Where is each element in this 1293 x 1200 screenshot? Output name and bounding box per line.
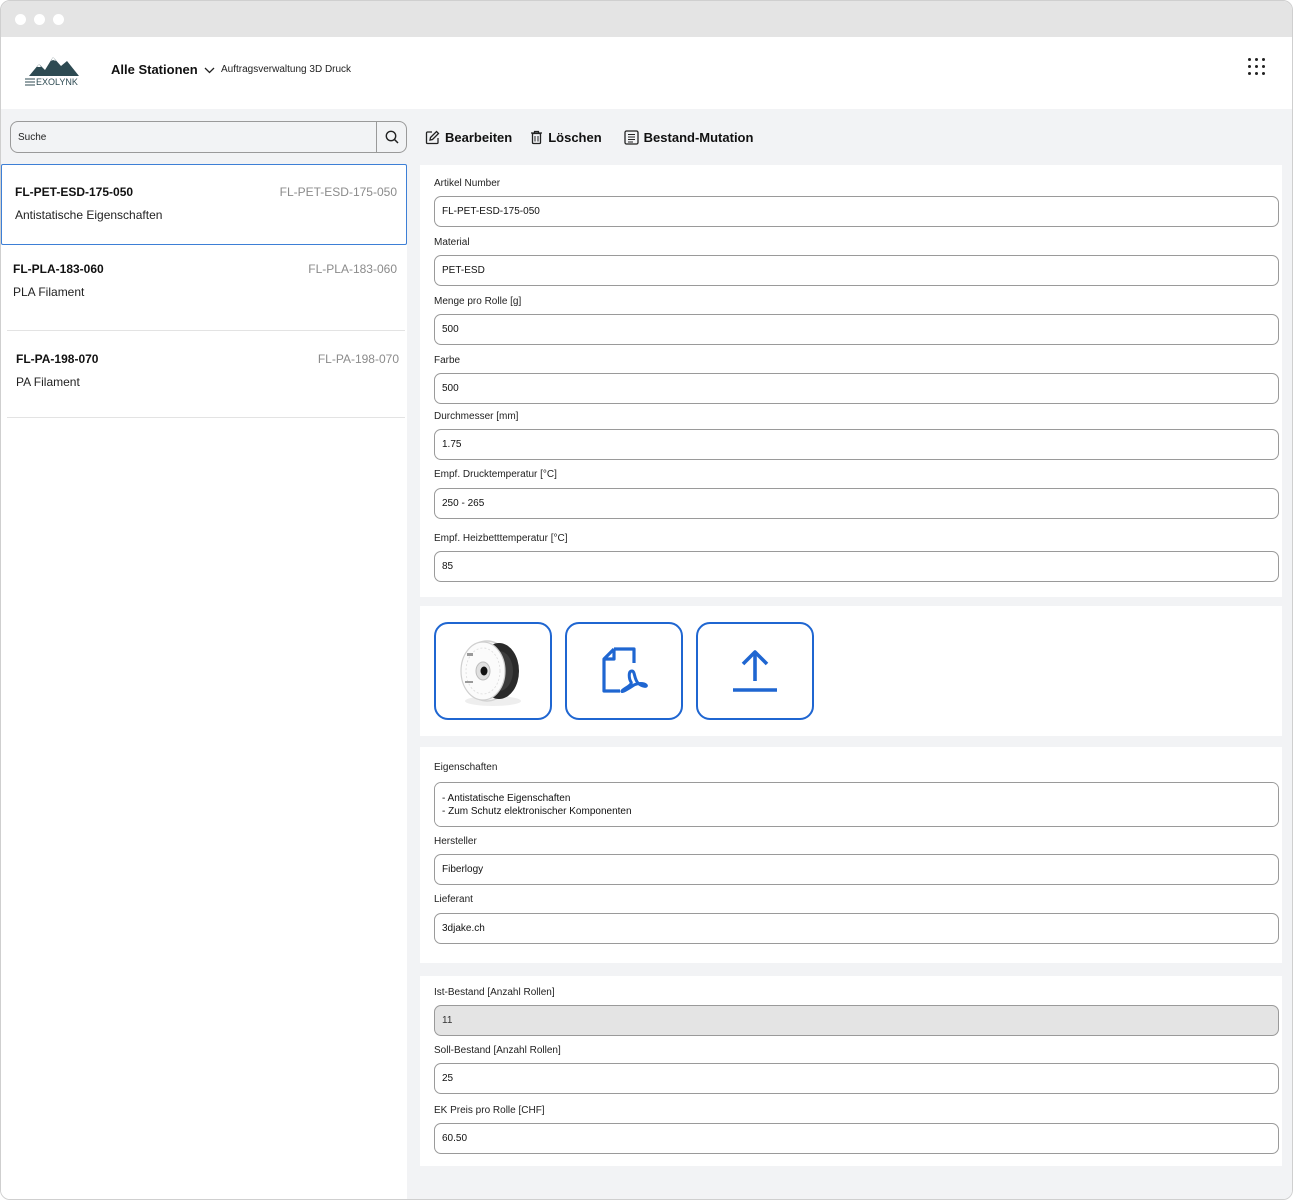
list-item-code: FL-PET-ESD-175-050 [15,185,134,199]
brand-name: EXOLYNK [36,77,78,87]
list-item-code-secondary: FL-PET-ESD-175-050 [279,185,397,199]
list-divider [7,417,405,418]
ek-preis-label: EK Preis pro Rolle [CHF] [434,1105,545,1116]
menge-field[interactable] [434,314,1279,345]
edit-icon [425,130,440,144]
window-maximize-dot[interactable] [53,14,64,25]
list-item-code: FL-PA-198-070 [16,352,99,366]
pdf-document-tile[interactable] [565,622,683,720]
heizbetttemperatur-label: Empf. Heizbetttemperatur [°C] [434,533,568,544]
material-label: Material [434,237,470,248]
upload-icon [733,650,777,692]
list-item-code: FL-PLA-183-060 [13,262,104,276]
artikel-number-label: Artikel Number [434,178,501,189]
eigenschaften-textarea[interactable]: - Antistatische Eigenschaften - Zum Schu… [434,782,1279,827]
edit-button-label: Bearbeiten [445,129,513,145]
list-item-code-secondary: FL-PLA-183-060 [308,262,397,276]
product-image-tile[interactable] [434,622,552,720]
list-item[interactable]: FL-PET-ESD-175-050 FL-PET-ESD-175-050 An… [1,164,407,245]
durchmesser-field[interactable] [434,429,1279,460]
soll-bestand-field[interactable] [434,1063,1279,1094]
brand-logo: EXOLYNK [25,52,83,88]
stock-mutation-button-label: Bestand-Mutation [643,129,754,145]
ist-bestand-label: Ist-Bestand [Anzahl Rollen] [434,987,555,998]
article-details-panel: Artikel Number Material Menge pro Rolle … [420,165,1282,597]
lieferant-label: Lieferant [434,894,473,905]
chevron-down-icon [204,67,215,73]
list-item-code-secondary: FL-PA-198-070 [317,352,399,366]
app-header: EXOLYNK Alle Stationen Auftragsverwaltun… [1,37,1292,109]
station-selector[interactable]: Alle Stationen [111,62,215,77]
edit-button[interactable]: Bearbeiten [425,130,512,145]
search-icon [385,130,399,144]
search-input[interactable] [10,121,378,153]
hersteller-label: Hersteller [434,836,477,847]
list-item-description: PA Filament [16,375,80,389]
window-close-dot[interactable] [15,14,26,25]
media-panel [420,606,1282,736]
window-minimize-dot[interactable] [34,14,45,25]
artikel-number-field[interactable] [434,196,1279,227]
pdf-document-icon [602,647,648,693]
detail-toolbar: Bearbeiten Löschen Bestand-Mutation [407,109,1292,165]
search-bar [1,109,407,165]
delete-button-label: Löschen [548,129,602,145]
article-list-pane: FL-PET-ESD-175-050 FL-PET-ESD-175-050 An… [1,109,407,1199]
app-launcher-grid-icon[interactable] [1248,58,1266,76]
ist-bestand-field [434,1005,1279,1036]
search-button[interactable] [376,121,407,153]
list-document-icon [624,129,639,145]
detail-pane: Bearbeiten Löschen Bestand-Mutation Arti… [407,109,1292,1199]
stock-mutation-button[interactable]: Bestand-Mutation [624,129,754,145]
stock-panel: Ist-Bestand [Anzahl Rollen] Soll-Bestand… [420,976,1282,1166]
menge-label: Menge pro Rolle [g] [434,296,522,307]
heizbetttemperatur-field[interactable] [434,551,1279,582]
soll-bestand-label: Soll-Bestand [Anzahl Rollen] [434,1045,561,1056]
farbe-field[interactable] [434,373,1279,404]
eigenschaften-label: Eigenschaften [434,762,498,773]
drucktemperatur-field[interactable] [434,488,1279,519]
delete-button[interactable]: Löschen [530,129,602,145]
durchmesser-label: Durchmesser [mm] [434,411,519,422]
lieferant-field[interactable] [434,913,1279,944]
drucktemperatur-label: Empf. Drucktemperatur [°C] [434,469,557,480]
upload-tile[interactable] [696,622,814,720]
ek-preis-field[interactable] [434,1123,1279,1154]
list-item[interactable]: FL-PA-198-070 FL-PA-198-070 PA Filament [1,331,407,417]
list-item-description: PLA Filament [13,285,85,299]
station-selector-label: Alle Stationen [111,62,198,77]
hersteller-field[interactable] [434,854,1279,885]
list-item[interactable]: FL-PLA-183-060 FL-PLA-183-060 PLA Filame… [1,247,407,329]
list-item-description: Antistatische Eigenschaften [15,208,163,222]
filament-spool-image [460,640,521,706]
properties-panel: Eigenschaften - Antistatische Eigenschaf… [420,747,1282,963]
window-titlebar [1,1,1292,37]
material-field[interactable] [434,255,1279,286]
trash-icon [531,130,543,144]
farbe-label: Farbe [434,355,461,366]
app-window: EXOLYNK Alle Stationen Auftragsverwaltun… [0,0,1293,1200]
app-subtitle: Auftragsverwaltung 3D Druck [221,64,352,75]
